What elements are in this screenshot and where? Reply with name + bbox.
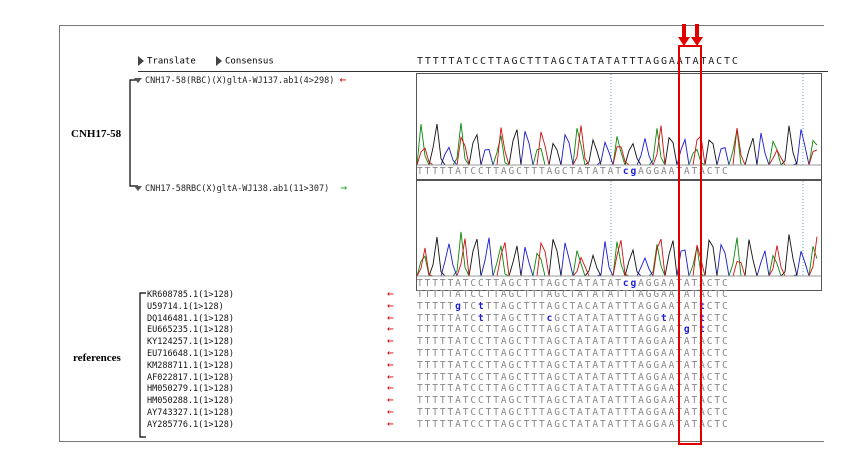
reference-name[interactable]: AY285776.1(1>128) [147,420,234,430]
variant-highlight-box [678,45,702,445]
reverse-arrow-icon: ← [387,416,394,430]
reference-name[interactable]: DQ146481.1(1>128) [147,314,234,324]
reverse-arrow-icon: ← [339,73,347,86]
reference-name[interactable]: KR608785.1(1>128) [147,290,234,300]
chromatogram-trace-2 [416,181,821,277]
chromatogram-trace-1 [416,74,821,166]
toolbar: Translate Consensus TTTTTATCCTTAGCTTTAGC… [138,53,828,72]
reference-name[interactable]: HM050288.1(1>128) [147,396,234,406]
translate-toggle[interactable]: Translate [138,56,196,67]
reference-name[interactable]: KM288711.1(1>128) [147,361,234,371]
forward-arrow-icon: → [340,181,347,194]
expand-triangle-icon[interactable] [134,78,142,83]
outer-frame-bottom [59,441,824,442]
play-triangle-icon [216,56,222,66]
trace-curve [416,125,818,166]
down-arrow-icon [678,24,690,46]
expand-triangle-icon[interactable] [134,186,142,191]
outer-frame-top [59,25,824,26]
reference-name[interactable]: EU665235.1(1>128) [147,325,234,335]
reference-name[interactable]: AF022817.1(1>128) [147,373,234,383]
trace-2-name: CNH17-58RBC(X)gltA-WJ138.ab1(11>307) [145,184,330,194]
chromatogram-panel-2 [416,180,822,291]
sample-bracket [129,79,138,187]
translate-label: Translate [147,56,196,67]
sample-group-label: CNH17-58 [71,128,122,140]
trace-curve [416,122,818,166]
variant-marker-arrows [678,24,703,46]
references-group-label: references [73,352,121,364]
reference-name[interactable]: EU716648.1(1>128) [147,349,234,359]
play-triangle-icon [138,56,144,66]
chromatogram-panel-1 [416,73,822,180]
alignment-viewer: Translate Consensus TTTTTATCCTTAGCTTTAGC… [0,0,853,451]
consensus-toggle[interactable]: Consensus [216,56,274,67]
reference-name[interactable]: HM050279.1(1>128) [147,384,234,394]
reference-name[interactable]: AY743327.1(1>128) [147,408,234,418]
trace-curve [417,123,817,166]
down-arrow-icon [691,24,703,46]
outer-frame-left [59,25,60,442]
trace-2-header[interactable]: CNH17-58RBC(X)gltA-WJ138.ab1(11>307) → [134,181,347,194]
trace-1-name: CNH17-58(RBC)(X)gltA-WJ137.ab1(4>298) [145,76,335,86]
reference-name[interactable]: KY124257.1(1>128) [147,337,234,347]
consensus-label: Consensus [225,56,274,67]
trace-1-header[interactable]: CNH17-58(RBC)(X)gltA-WJ137.ab1(4>298) ← [134,73,346,86]
reference-list: KR608785.1(1>128) ← TTTTTATCCTTAGCTTTAGCTA… [147,287,822,440]
reference-name[interactable]: U59714.1(1>128) [147,302,224,312]
